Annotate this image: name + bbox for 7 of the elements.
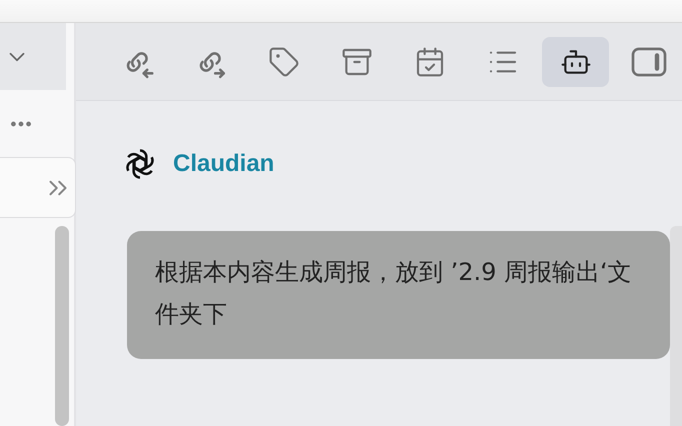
tag-icon <box>268 46 300 78</box>
chat-title: Claudian <box>173 150 274 178</box>
sidebar-toggle-icon <box>630 46 666 78</box>
user-message: 根据本内容生成周报，放到 ’2.9 周报输出‘文件夹下 <box>127 231 670 359</box>
scrollbar[interactable] <box>55 226 69 426</box>
scrollbar[interactable] <box>670 226 682 426</box>
toolbar-button[interactable] <box>542 36 609 86</box>
